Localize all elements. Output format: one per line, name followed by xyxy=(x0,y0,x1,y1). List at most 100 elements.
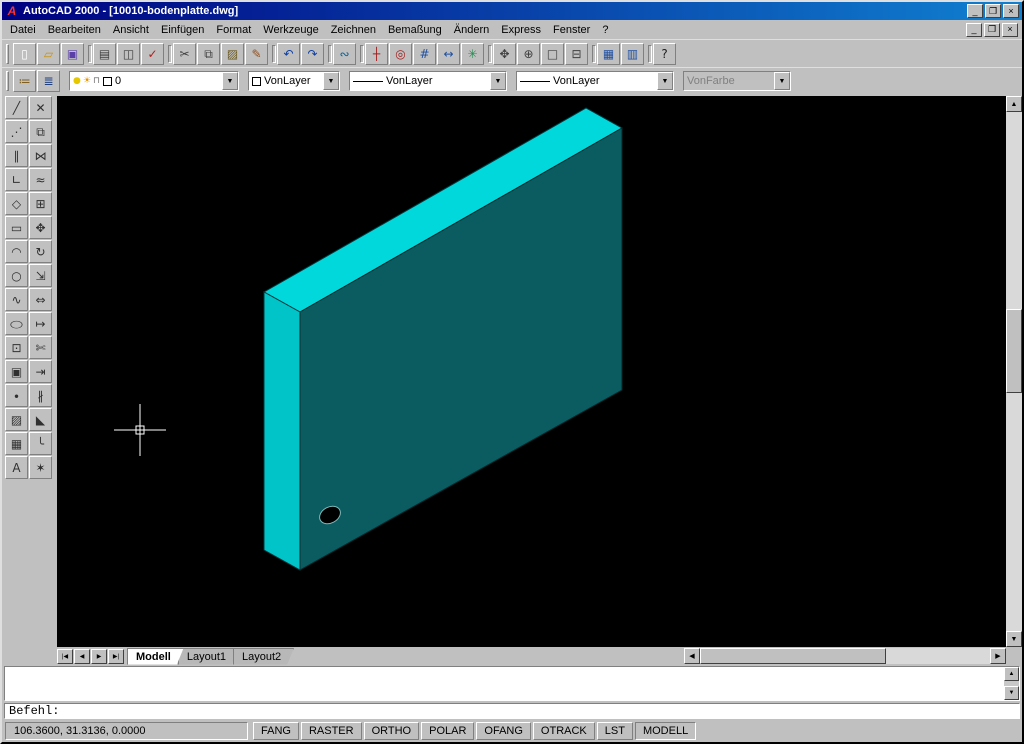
window-close-button[interactable]: × xyxy=(1003,4,1019,18)
zoom-realtime-button[interactable]: ⊕ xyxy=(517,43,540,65)
layer-control-dropdown-button[interactable]: ▼ xyxy=(222,72,238,90)
status-toggle-ofang[interactable]: OFANG xyxy=(476,722,531,740)
polyline-button[interactable]: ∟ xyxy=(5,168,28,191)
scroll-down-button[interactable]: ▼ xyxy=(1006,631,1022,647)
menu-express[interactable]: Express xyxy=(495,22,547,38)
line-button[interactable]: ╱ xyxy=(5,96,28,119)
lineweight-control[interactable]: VonLayer ▼ xyxy=(516,71,674,91)
snap-from-button[interactable]: ◎ xyxy=(389,43,412,65)
drawing-viewport[interactable] xyxy=(57,96,1006,647)
construction-line-button[interactable]: ⋰ xyxy=(5,120,28,143)
cut-button[interactable]: ✂ xyxy=(173,43,196,65)
document-close-button[interactable]: × xyxy=(1002,23,1018,37)
zoom-previous-button[interactable]: ⊟ xyxy=(565,43,588,65)
tab-layout2[interactable]: Layout2 xyxy=(233,648,294,665)
match-properties-button[interactable]: ✎ xyxy=(245,43,268,65)
linetype-control[interactable]: VonLayer ▼ xyxy=(349,71,507,91)
paste-button[interactable]: ▨ xyxy=(221,43,244,65)
coordinate-display[interactable]: 106.3600, 31.3136, 0.0000 xyxy=(5,722,248,740)
zoom-window-button[interactable]: □ xyxy=(541,43,564,65)
command-prompt[interactable]: Befehl: xyxy=(4,703,1020,719)
layers-button[interactable]: ≣ xyxy=(37,70,60,92)
tracking-button[interactable]: ┼ xyxy=(365,43,388,65)
vertical-scrollbar-thumb[interactable] xyxy=(1006,309,1022,393)
point-button[interactable]: ∙ xyxy=(5,384,28,407)
array-button[interactable]: ⊞ xyxy=(29,192,52,215)
break-button[interactable]: ∦ xyxy=(29,384,52,407)
window-minimize-button[interactable]: _ xyxy=(967,4,983,18)
scroll-right-button[interactable]: ▶ xyxy=(990,648,1006,664)
tab-first-button[interactable]: |◀ xyxy=(57,649,73,664)
menu-datei[interactable]: Datei xyxy=(4,22,42,38)
vertical-scrollbar[interactable]: ▲ ▼ xyxy=(1006,96,1022,647)
offset-button[interactable]: ≈ xyxy=(29,168,52,191)
toolbar-grip[interactable] xyxy=(6,44,9,64)
command-scrollbar[interactable]: ▲ ▼ xyxy=(1004,667,1019,700)
ucs-button[interactable]: # xyxy=(413,43,436,65)
status-toggle-ortho[interactable]: ORTHO xyxy=(364,722,420,740)
document-minimize-button[interactable]: _ xyxy=(966,23,982,37)
lineweight-control-dropdown-button[interactable]: ▼ xyxy=(657,72,673,90)
help-button[interactable]: ? xyxy=(653,43,676,65)
horizontal-scroll-track[interactable] xyxy=(886,648,990,664)
explode-button[interactable]: ✶ xyxy=(29,456,52,479)
menu-fenster[interactable]: Fenster xyxy=(547,22,596,38)
tab-next-button[interactable]: ▶ xyxy=(91,649,107,664)
status-toggle-lst[interactable]: LST xyxy=(597,722,633,740)
layer-control[interactable]: ●☀⊓ 0 ▼ xyxy=(69,71,239,91)
copy-object-button[interactable]: ⧉ xyxy=(29,120,52,143)
status-toggle-otrack[interactable]: OTRACK xyxy=(533,722,595,740)
horizontal-scrollbar[interactable]: ◀ ▶ xyxy=(684,648,1006,664)
menu-format[interactable]: Format xyxy=(210,22,257,38)
rotate-button[interactable]: ↻ xyxy=(29,240,52,263)
circle-button[interactable]: ○ xyxy=(5,264,28,287)
command-history[interactable]: [2D-Drahtkörper/3D-Drahtkörper/Verdeckt/… xyxy=(4,666,1020,701)
tab-layout1[interactable]: Layout1 xyxy=(178,648,239,665)
stretch-button[interactable]: ⇔ xyxy=(29,288,52,311)
save-button[interactable]: ▣ xyxy=(61,43,84,65)
command-scroll-down-button[interactable]: ▼ xyxy=(1004,686,1019,700)
mtext-button[interactable]: A xyxy=(5,456,28,479)
ellipse-button[interactable]: ◯ xyxy=(5,312,28,335)
app-icon[interactable]: A xyxy=(5,4,19,18)
menu-zeichnen[interactable]: Zeichnen xyxy=(325,22,382,38)
menu-werkzeuge[interactable]: Werkzeuge xyxy=(257,22,324,38)
fillet-button[interactable]: ╰ xyxy=(29,432,52,455)
polygon-button[interactable]: ◇ xyxy=(5,192,28,215)
tab-modell[interactable]: Modell xyxy=(127,648,184,665)
scroll-left-button[interactable]: ◀ xyxy=(684,648,700,664)
open-button[interactable]: ▱ xyxy=(37,43,60,65)
mirror-button[interactable]: ⋈ xyxy=(29,144,52,167)
redo-button[interactable]: ↷ xyxy=(301,43,324,65)
insert-hyperlink-button[interactable]: ∾ xyxy=(333,43,356,65)
tab-last-button[interactable]: ▶| xyxy=(108,649,124,664)
properties-button[interactable]: ▥ xyxy=(621,43,644,65)
lengthen-button[interactable]: ↦ xyxy=(29,312,52,335)
make-block-button[interactable]: ▣ xyxy=(5,360,28,383)
spelling-button[interactable]: ✓ xyxy=(141,43,164,65)
menu-einfuegen[interactable]: Einfügen xyxy=(155,22,210,38)
hatch-button[interactable]: ▨ xyxy=(5,408,28,431)
linetype-control-dropdown-button[interactable]: ▼ xyxy=(490,72,506,90)
menu-aendern[interactable]: Ändern xyxy=(448,22,495,38)
horizontal-scrollbar-thumb[interactable] xyxy=(700,648,886,664)
insert-block-button[interactable]: ⊡ xyxy=(5,336,28,359)
menu-ansicht[interactable]: Ansicht xyxy=(107,22,155,38)
status-toggle-fang[interactable]: FANG xyxy=(253,722,299,740)
multiline-button[interactable]: ∥ xyxy=(5,144,28,167)
rectangle-button[interactable]: ▭ xyxy=(5,216,28,239)
new-button[interactable]: ▯ xyxy=(13,43,36,65)
solid-plate[interactable] xyxy=(264,108,622,570)
redraw-button[interactable]: ✳ xyxy=(461,43,484,65)
spline-button[interactable]: ∿ xyxy=(5,288,28,311)
copy-button[interactable]: ⧉ xyxy=(197,43,220,65)
distance-button[interactable]: ↔ xyxy=(437,43,460,65)
menu-hilfe[interactable]: ? xyxy=(596,22,614,38)
window-restore-button[interactable]: ❐ xyxy=(985,4,1001,18)
arc-button[interactable]: ◠ xyxy=(5,240,28,263)
pan-realtime-button[interactable]: ✥ xyxy=(493,43,516,65)
scroll-up-button[interactable]: ▲ xyxy=(1006,96,1022,112)
menu-bearbeiten[interactable]: Bearbeiten xyxy=(42,22,107,38)
print-preview-button[interactable]: ◫ xyxy=(117,43,140,65)
trim-button[interactable]: ✄ xyxy=(29,336,52,359)
